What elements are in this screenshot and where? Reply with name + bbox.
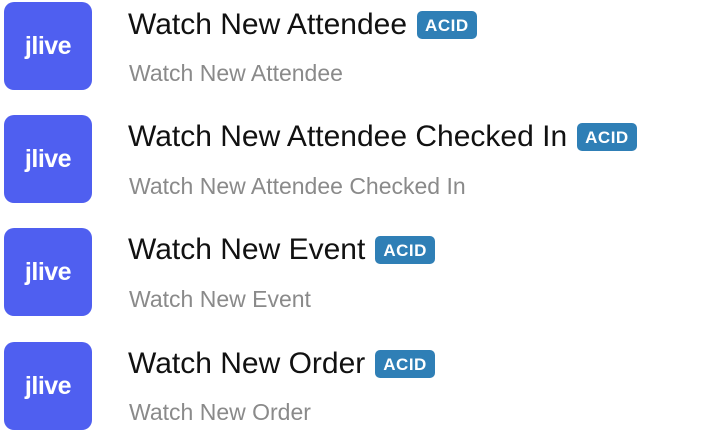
trigger-subtitle: Watch New Attendee: [129, 60, 343, 86]
title-row: Watch New Attendee ACID: [128, 5, 477, 45]
trigger-item-watch-new-attendee[interactable]: jlive Watch New Attendee ACID Watch New …: [0, 0, 724, 100]
acid-badge: ACID: [375, 236, 435, 264]
title-row: Watch New Order ACID: [128, 344, 435, 384]
title-row: Watch New Event ACID: [128, 230, 435, 270]
acid-badge: ACID: [417, 11, 477, 39]
trigger-title: Watch New Attendee: [128, 8, 408, 41]
logo-text: jlive: [24, 31, 72, 60]
trigger-title: Watch New Event: [128, 233, 366, 266]
trigger-title: Watch New Order: [128, 347, 366, 380]
jlive-logo-icon: jlive: [4, 115, 92, 203]
logo-text: jlive: [24, 257, 72, 286]
title-row: Watch New Attendee Checked In ACID: [128, 117, 637, 157]
jlive-logo-icon: jlive: [4, 342, 92, 430]
logo-text: jlive: [24, 144, 72, 173]
acid-badge: ACID: [375, 350, 435, 378]
trigger-subtitle: Watch New Order: [129, 399, 311, 425]
trigger-item-watch-new-event[interactable]: jlive Watch New Event ACID Watch New Eve…: [0, 226, 724, 326]
trigger-item-watch-new-attendee-checked-in[interactable]: jlive Watch New Attendee Checked In ACID…: [0, 113, 724, 213]
trigger-subtitle: Watch New Event: [129, 286, 311, 312]
jlive-logo-icon: jlive: [4, 2, 92, 90]
jlive-logo-icon: jlive: [4, 228, 92, 316]
trigger-item-watch-new-order[interactable]: jlive Watch New Order ACID Watch New Ord…: [0, 340, 724, 440]
trigger-title: Watch New Attendee Checked In: [128, 120, 568, 153]
acid-badge: ACID: [577, 123, 637, 151]
trigger-subtitle: Watch New Attendee Checked In: [129, 173, 466, 199]
logo-text: jlive: [24, 371, 72, 400]
trigger-list: jlive Watch New Attendee ACID Watch New …: [0, 0, 724, 430]
